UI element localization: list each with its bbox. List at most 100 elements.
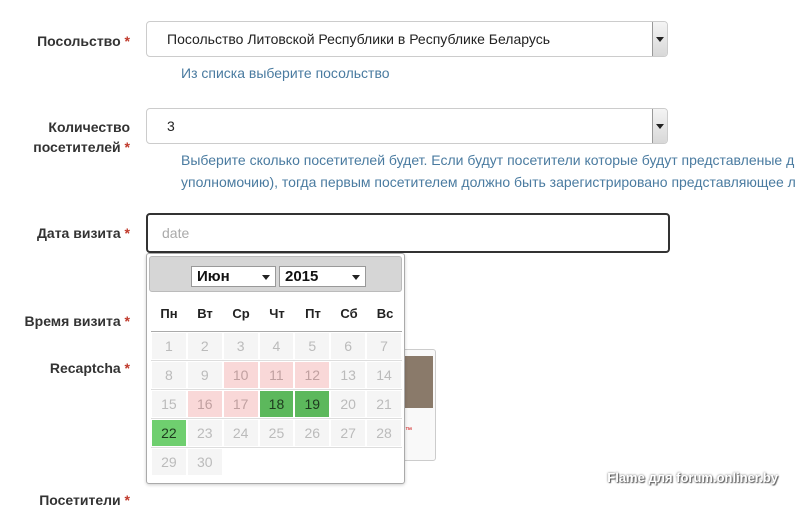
calendar-day-number: 28 [367, 420, 401, 446]
calendar-day-number: 8 [152, 362, 186, 388]
datepicker-header: Июн 2015 [149, 256, 402, 292]
weekday-sun: Вс [376, 306, 394, 321]
chevron-down-icon[interactable] [652, 22, 667, 56]
calendar-day-number: 10 [223, 362, 258, 388]
calendar-day-disabled: 3 [222, 331, 259, 361]
calendar-day-number: 11 [259, 362, 294, 388]
calendar-day-disabled: 23 [186, 418, 223, 448]
calendar-day-number: 20 [331, 391, 366, 417]
calendar-empty-cell [222, 447, 259, 477]
year-select[interactable]: 2015 [279, 266, 366, 287]
calendar-day-number: 17 [223, 391, 258, 417]
calendar-day-disabled: 20 [330, 389, 367, 419]
weekday-tue: Вт [197, 306, 213, 321]
calendar-day-number: 9 [187, 362, 222, 388]
calendar-empty-cell [294, 447, 331, 477]
visit-date-label: Дата визита * [36, 225, 130, 241]
calendar-day-number: 26 [295, 420, 330, 446]
calendar-day-available[interactable]: 18 [258, 389, 295, 419]
calendar-day-disabled: 30 [186, 447, 223, 477]
calendar-day-number: 21 [367, 391, 401, 417]
required-mark: * [124, 492, 130, 508]
required-mark: * [124, 360, 130, 376]
calendar-day-disabled: 25 [258, 418, 295, 448]
required-mark: * [124, 139, 130, 155]
calendar-week-row: 1234567 [151, 331, 402, 361]
embassy-help: Из списка выберите посольство [181, 65, 390, 81]
calendar-day-number: 30 [187, 449, 222, 476]
calendar-day-number: 12 [295, 362, 330, 388]
visitors-count-help-1: Выберите сколько посетителей будет. Если… [181, 152, 795, 168]
calendar-days-grid: 1 2 3 4 5 6 7 8 9 10 11 12 13 14 15 16 17 18 19 20 21 22 23 24 2… [151, 331, 402, 477]
calendar-day-number: 3 [223, 333, 258, 359]
embassy-select-value: Посольство Литовской Республики в Респуб… [167, 31, 551, 47]
calendar-week-row: 8 9 10 11 12 13 14 [151, 360, 402, 390]
weekday-fri: Пт [305, 306, 321, 321]
calendar-day-available[interactable]: 19 [294, 389, 331, 419]
calendar-day-disabled: 1 [151, 331, 187, 361]
required-mark: * [124, 225, 130, 241]
calendar-day-number: 29 [152, 449, 186, 476]
weekday-wed: Ср [232, 306, 250, 321]
calendar-day-number: 18 [259, 391, 294, 417]
calendar-week-row: 22 23 24 25 26 27 28 [151, 418, 402, 448]
calendar-day-disabled: 8 [151, 360, 187, 390]
calendar-day-number: 14 [367, 362, 401, 388]
calendar-day-disabled: 24 [222, 418, 259, 448]
calendar-day-number: 22 [152, 420, 186, 446]
calendar-day-unavailable: 11 [258, 360, 295, 390]
required-mark: * [124, 313, 130, 329]
calendar-week-row: 29 30 [151, 447, 402, 477]
calendar-day-disabled: 27 [330, 418, 367, 448]
calendar-empty-cell [258, 447, 295, 477]
calendar-day-number: 7 [367, 333, 401, 359]
calendar-day-disabled: 29 [151, 447, 187, 477]
calendar-day-number: 24 [223, 420, 258, 446]
recaptcha-trademark: ™ [405, 427, 412, 434]
visit-time-label: Время визита * [24, 313, 130, 329]
calendar-week-row: 15 16 17 18 19 20 21 [151, 389, 402, 419]
calendar-empty-cell [366, 447, 402, 477]
calendar-day-number: 5 [295, 333, 330, 359]
chevron-down-icon[interactable] [652, 109, 667, 143]
calendar-day-number: 15 [152, 391, 186, 417]
embassy-label: Посольство * [37, 33, 130, 49]
visitors-count-value: 3 [167, 118, 175, 134]
calendar-day-disabled: 26 [294, 418, 331, 448]
calendar-day-unavailable: 12 [294, 360, 331, 390]
calendar-empty-cell [330, 447, 367, 477]
calendar-day-disabled: 5 [294, 331, 331, 361]
calendar-day-disabled: 28 [366, 418, 402, 448]
visit-date-input[interactable]: date [146, 213, 670, 253]
visitors-label: Посетители * [39, 492, 130, 508]
calendar-day-unavailable: 16 [186, 389, 223, 419]
calendar-day-disabled: 21 [366, 389, 402, 419]
embassy-select[interactable]: Посольство Литовской Республики в Респуб… [146, 21, 668, 57]
visitors-count-select[interactable]: 3 [146, 108, 668, 144]
datepicker-calendar: Июн 2015 Пн Вт Ср Чт Пт Сб Вс 1234567891… [146, 253, 405, 484]
calendar-day-disabled: 15 [151, 389, 187, 419]
calendar-day-disabled: 4 [258, 331, 295, 361]
weekday-thu: Чт [269, 306, 285, 321]
calendar-day-disabled: 14 [366, 360, 402, 390]
calendar-day-disabled: 6 [330, 331, 367, 361]
visitors-count-help-2: уполномочию), тогда первым посетителем д… [181, 174, 796, 190]
weekday-sat: Сб [340, 306, 358, 321]
watermark: Flame для forum.onliner.by [607, 470, 778, 485]
calendar-day-unavailable: 17 [222, 389, 259, 419]
calendar-day-unavailable: 10 [222, 360, 259, 390]
weekday-mon: Пн [160, 306, 178, 321]
calendar-day-number: 19 [295, 391, 330, 417]
calendar-day-number: 25 [259, 420, 294, 446]
calendar-day-number: 27 [331, 420, 366, 446]
calendar-day-disabled: 2 [186, 331, 223, 361]
calendar-day-disabled: 7 [366, 331, 402, 361]
calendar-day-number: 6 [331, 333, 366, 359]
month-select[interactable]: Июн [191, 266, 276, 287]
recaptcha-label: Recaptcha * [49, 360, 130, 376]
calendar-day-number: 1 [152, 333, 186, 359]
calendar-day-available[interactable]: 22 [151, 418, 187, 448]
visit-date-placeholder: date [162, 225, 190, 241]
calendar-day-disabled: 13 [330, 360, 367, 390]
calendar-day-number: 4 [259, 333, 294, 359]
